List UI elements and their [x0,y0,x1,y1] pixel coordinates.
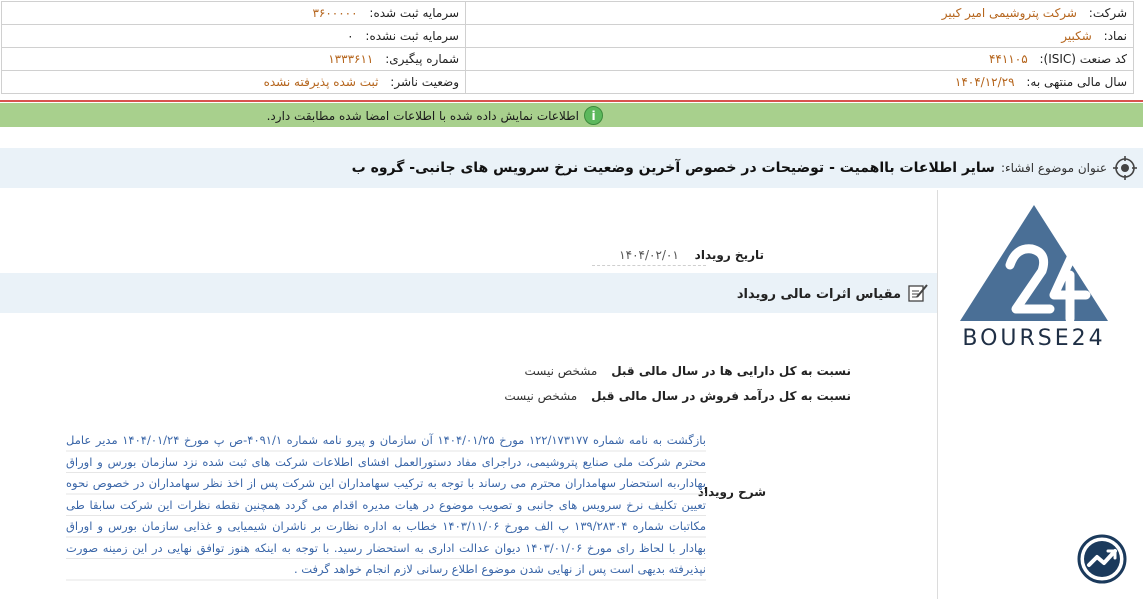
logo-text: BOURSE24 [962,326,1106,351]
chart-trend-icon[interactable] [1077,534,1127,584]
section-title: مقیاس اثرات مالی رویداد [736,287,901,302]
tracking-cell: شماره پیگیری: ۱۳۳۳۶۱۱ [1,47,466,71]
company-info-table: شرکت: شرکت پتروشیمی امیر کبیر سرمایه ثبت… [1,1,1134,94]
capital-unregistered-label: سرمایه ثبت نشده: [365,29,459,43]
subject-title: سایر اطلاعات بااهمیت - توضیحات در خصوص آ… [351,160,995,176]
notice-text: اطلاعات نمایش داده شده با اطلاعات امضا ش… [266,108,579,123]
metric-row-revenue: نسبت به کل درآمد فروش در سال مالی قبل مش… [504,389,851,403]
metric-row-assets: نسبت به کل دارایی ها در سال مالی قبل مشخ… [525,364,851,378]
metric-value: مشخص نیست [524,364,598,378]
isic-value: ۴۴۱۱۰۵ [988,52,1028,66]
tracking-label: شماره پیگیری: [385,52,459,66]
event-description: بازگشت به نامه شماره ۱۲۲/۱۷۳۱۷۷ مورخ ۱۴۰… [66,430,706,581]
target-icon [1113,156,1137,180]
capital-registered-value: ۳۶۰۰۰۰۰ [312,6,358,20]
capital-registered-cell: سرمایه ثبت شده: ۳۶۰۰۰۰۰ [1,1,466,25]
fiscal-year-cell: سال مالی منتهی به: ۱۴۰۴/۱۲/۲۹ [465,70,1134,94]
info-row-4: سال مالی منتهی به: ۱۴۰۴/۱۲/۲۹ وضعیت ناشر… [1,70,1134,94]
panel-divider [937,190,938,599]
publisher-status-cell: وضعیت ناشر: ثبت شده پذیرفته نشده [1,70,466,94]
isic-cell: کد صنعت (ISIC): ۴۴۱۱۰۵ [465,47,1134,71]
symbol-cell: نماد: شکبیر [465,24,1134,48]
capital-registered-label: سرمایه ثبت شده: [369,6,459,20]
info-row-1: شرکت: شرکت پتروشیمی امیر کبیر سرمایه ثبت… [1,1,1134,25]
company-value[interactable]: شرکت پتروشیمی امیر کبیر [942,6,1077,20]
edit-note-icon [907,283,929,306]
tracking-value: ۱۳۳۳۶۱۱ [328,52,374,66]
company-cell: شرکت: شرکت پتروشیمی امیر کبیر [465,1,1134,25]
financial-impact-section: مقیاس اثرات مالی رویداد [0,273,937,313]
info-circle-icon: i [584,106,603,125]
capital-unregistered-cell: سرمایه ثبت نشده: ۰ [1,24,466,48]
description-label: شرح رویداد [697,485,766,499]
header-divider [0,100,1143,102]
symbol-value[interactable]: شکبیر [1061,29,1092,43]
metric-value: مشخص نیست [504,389,578,403]
disclosure-subject-bar: عنوان موضوع افشاء: سایر اطلاعات بااهمیت … [0,148,1143,188]
info-row-2: نماد: شکبیر سرمایه ثبت نشده: ۰ [1,24,1134,48]
publisher-status-value: ثبت شده پذیرفته نشده [263,75,379,89]
subject-label: عنوان موضوع افشاء: [1000,161,1107,175]
capital-unregistered-value: ۰ [347,29,354,43]
signature-notice: i اطلاعات نمایش داده شده با اطلاعات امضا… [0,103,1143,127]
metric-label: نسبت به کل دارایی ها در سال مالی قبل [611,364,851,378]
fiscal-year-label: سال مالی منتهی به: [1026,75,1127,89]
company-label: شرکت: [1088,6,1127,20]
metric-label: نسبت به کل درآمد فروش در سال مالی قبل [591,389,851,403]
info-row-3: کد صنعت (ISIC): ۴۴۱۱۰۵ شماره پیگیری: ۱۳۳… [1,47,1134,71]
fiscal-year-value: ۱۴۰۴/۱۲/۲۹ [954,75,1015,89]
publisher-status-label: وضعیت ناشر: [390,75,459,89]
event-date-value: ۱۴۰۴/۰۲/۰۱ [592,248,706,266]
isic-label: کد صنعت (ISIC): [1039,52,1127,66]
symbol-label: نماد: [1103,29,1127,43]
